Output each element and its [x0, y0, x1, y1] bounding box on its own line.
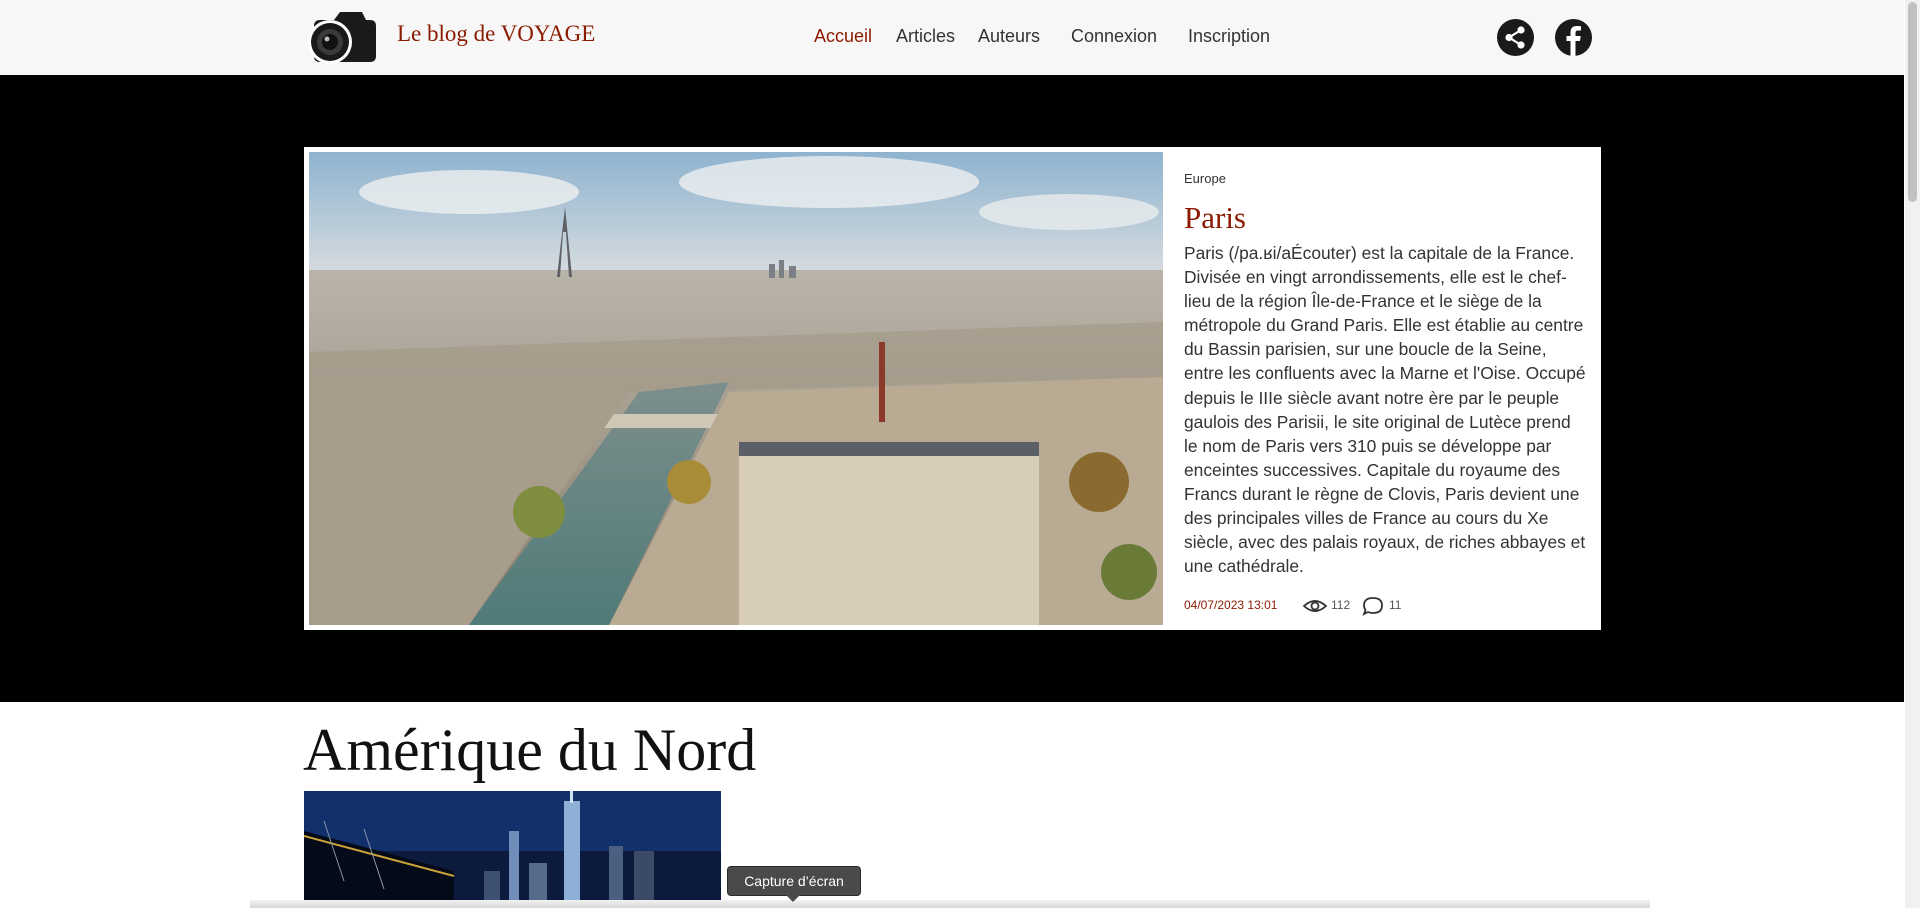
nav-articles[interactable]: Articles: [896, 26, 955, 47]
section-article-image[interactable]: [304, 791, 721, 908]
featured-article-image[interactable]: [309, 152, 1163, 625]
article-views: 112: [1331, 598, 1351, 612]
nav-accueil[interactable]: Accueil: [814, 26, 872, 47]
article-excerpt: Paris (/pa.ʁi/aÉcouter) est la capitale …: [1184, 243, 1586, 577]
nav-inscription[interactable]: Inscription: [1188, 26, 1270, 47]
scroll-shadow: [250, 900, 1650, 908]
site-brand[interactable]: Le blog de VOYAGE: [397, 21, 595, 47]
featured-article-card: Europe Paris Paris (/pa.ʁi/aÉcouter) est…: [304, 147, 1601, 630]
tooltip-arrow: [786, 895, 800, 902]
article-comments: 11: [1389, 598, 1402, 612]
section-title: Amérique du Nord: [303, 717, 757, 783]
nav-connexion[interactable]: Connexion: [1071, 26, 1157, 47]
article-title[interactable]: Paris: [1184, 200, 1246, 236]
share-icon[interactable]: [1497, 19, 1534, 56]
scrollbar-thumb[interactable]: [1908, 2, 1917, 202]
nav-auteurs[interactable]: Auteurs: [978, 26, 1040, 47]
eye-icon: [1302, 600, 1328, 612]
page-scrollbar[interactable]: [1905, 0, 1920, 908]
article-date: 04/07/2023 13:01: [1184, 598, 1278, 612]
comment-icon: [1362, 597, 1383, 616]
article-category[interactable]: Europe: [1184, 171, 1226, 186]
camera-logo-icon[interactable]: [304, 10, 378, 64]
facebook-icon[interactable]: [1555, 19, 1592, 56]
featured-article-body: Europe Paris Paris (/pa.ʁi/aÉcouter) est…: [1184, 147, 1589, 630]
site-header: Le blog de VOYAGE Accueil Articles Auteu…: [0, 0, 1904, 75]
screenshot-tooltip: Capture d’écran: [727, 866, 861, 896]
